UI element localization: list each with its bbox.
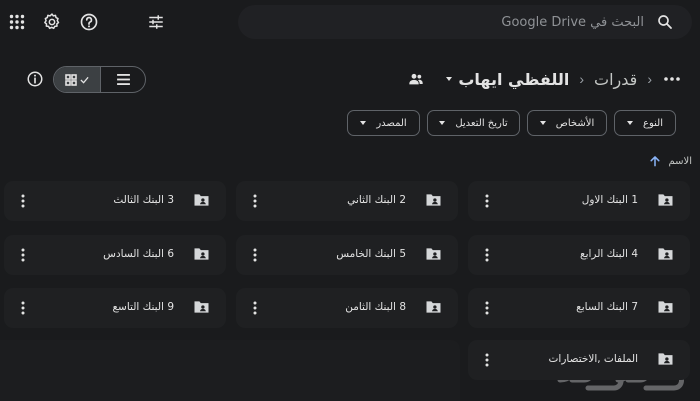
breadcrumb: ‹ قدرات ‹ اللفظي ايهاب bbox=[408, 66, 682, 92]
more-vertical-icon[interactable] bbox=[478, 299, 496, 317]
shared-folder-icon bbox=[193, 247, 210, 261]
filter-modified[interactable]: تاريخ التعديل bbox=[427, 110, 520, 136]
chevron-icon: ‹ bbox=[579, 71, 585, 87]
shared-folder-icon bbox=[193, 193, 210, 207]
more-vertical-icon[interactable] bbox=[14, 192, 32, 210]
folder-name: 4 البنك الرابع bbox=[579, 248, 638, 260]
filter-people[interactable]: الأشخاص bbox=[527, 110, 607, 136]
folder-card[interactable]: 4 البنك الرابع bbox=[468, 235, 690, 275]
filter-modified-label: تاريخ التعديل bbox=[455, 117, 508, 129]
view-toggle bbox=[53, 66, 146, 93]
shared-folder-icon bbox=[425, 247, 442, 261]
folder-name: 5 البنك الخامس bbox=[336, 248, 406, 260]
folder-name: 8 البنك الثامن bbox=[345, 301, 406, 313]
grid-blank-area bbox=[0, 340, 460, 401]
more-vertical-icon[interactable] bbox=[478, 246, 496, 264]
more-vertical-icon[interactable] bbox=[246, 246, 264, 264]
folder-name: الملفات ,الاختصارات bbox=[548, 353, 638, 365]
shared-users-icon bbox=[408, 72, 424, 86]
shared-folder-icon bbox=[425, 193, 442, 207]
grid-view-icon bbox=[65, 73, 77, 86]
folder-card[interactable]: 1 البنك الاول bbox=[468, 181, 690, 221]
sort-control[interactable]: الاسم bbox=[648, 154, 692, 168]
list-view-button[interactable] bbox=[101, 67, 145, 92]
top-bar: البحث في Google Drive bbox=[0, 0, 700, 46]
arrow-up-icon bbox=[648, 154, 662, 168]
more-vertical-icon[interactable] bbox=[246, 299, 264, 317]
tune-icon[interactable] bbox=[143, 9, 169, 35]
folder-card[interactable]: 5 البنك الخامس bbox=[236, 235, 458, 275]
more-horizontal-icon[interactable] bbox=[662, 66, 682, 92]
search-input[interactable]: البحث في Google Drive bbox=[501, 15, 644, 30]
chevron-down-icon bbox=[360, 121, 367, 125]
more-vertical-icon[interactable] bbox=[246, 192, 264, 210]
folder-card[interactable]: 3 البنك الثالث bbox=[4, 181, 226, 221]
sort-label: الاسم bbox=[668, 155, 692, 167]
folder-name: 2 البنك الثاني bbox=[347, 194, 406, 206]
folder-card[interactable]: 7 البنك السابع bbox=[468, 288, 690, 328]
chevron-down-icon bbox=[439, 121, 446, 125]
folder-card[interactable]: 9 البنك التاسع bbox=[4, 288, 226, 328]
shared-folder-icon bbox=[657, 352, 674, 366]
filter-source-label: المصدر bbox=[376, 117, 407, 129]
chevron-down-icon bbox=[539, 121, 546, 125]
filter-people-label: الأشخاص bbox=[555, 117, 595, 129]
apps-grid-icon[interactable] bbox=[4, 9, 30, 35]
folder-name: 9 البنك التاسع bbox=[112, 301, 174, 313]
shared-folder-icon bbox=[193, 300, 210, 314]
folder-name: 6 البنك السادس bbox=[103, 248, 174, 260]
search-bar[interactable]: البحث في Google Drive bbox=[238, 5, 692, 39]
chevron-icon: ‹ bbox=[647, 71, 652, 87]
help-icon[interactable] bbox=[76, 9, 102, 35]
settings-icon[interactable] bbox=[39, 9, 65, 35]
breadcrumb-current[interactable]: اللفظي ايهاب bbox=[458, 70, 569, 89]
more-vertical-icon[interactable] bbox=[478, 351, 496, 369]
folder-card[interactable]: 2 البنك الثاني bbox=[236, 181, 458, 221]
folder-card[interactable]: 6 البنك السادس bbox=[4, 235, 226, 275]
folder-name: 3 البنك الثالث bbox=[113, 194, 174, 206]
shared-folder-icon bbox=[657, 193, 674, 207]
shared-folder-icon bbox=[657, 300, 674, 314]
shared-folder-icon bbox=[425, 300, 442, 314]
breadcrumb-parent[interactable]: قدرات bbox=[594, 70, 637, 89]
folder-name: 7 البنك السابع bbox=[576, 301, 638, 313]
check-icon bbox=[80, 76, 89, 84]
filter-type-label: النوع bbox=[643, 117, 663, 129]
folder-card[interactable]: الملفات ,الاختصارات bbox=[468, 340, 690, 380]
chevron-down-icon bbox=[627, 121, 634, 125]
chevron-down-icon[interactable] bbox=[446, 77, 453, 81]
more-vertical-icon[interactable] bbox=[478, 192, 496, 210]
folder-name: 1 البنك الاول bbox=[581, 194, 638, 206]
more-vertical-icon[interactable] bbox=[14, 299, 32, 317]
filter-type[interactable]: النوع bbox=[614, 110, 676, 136]
list-view-icon bbox=[116, 74, 130, 85]
shared-folder-icon bbox=[657, 247, 674, 261]
search-icon[interactable] bbox=[652, 9, 678, 35]
filter-source[interactable]: المصدر bbox=[347, 110, 420, 136]
info-icon[interactable] bbox=[22, 66, 48, 92]
grid-view-button[interactable] bbox=[54, 67, 101, 92]
more-vertical-icon[interactable] bbox=[14, 246, 32, 264]
folder-card[interactable]: 8 البنك الثامن bbox=[236, 288, 458, 328]
